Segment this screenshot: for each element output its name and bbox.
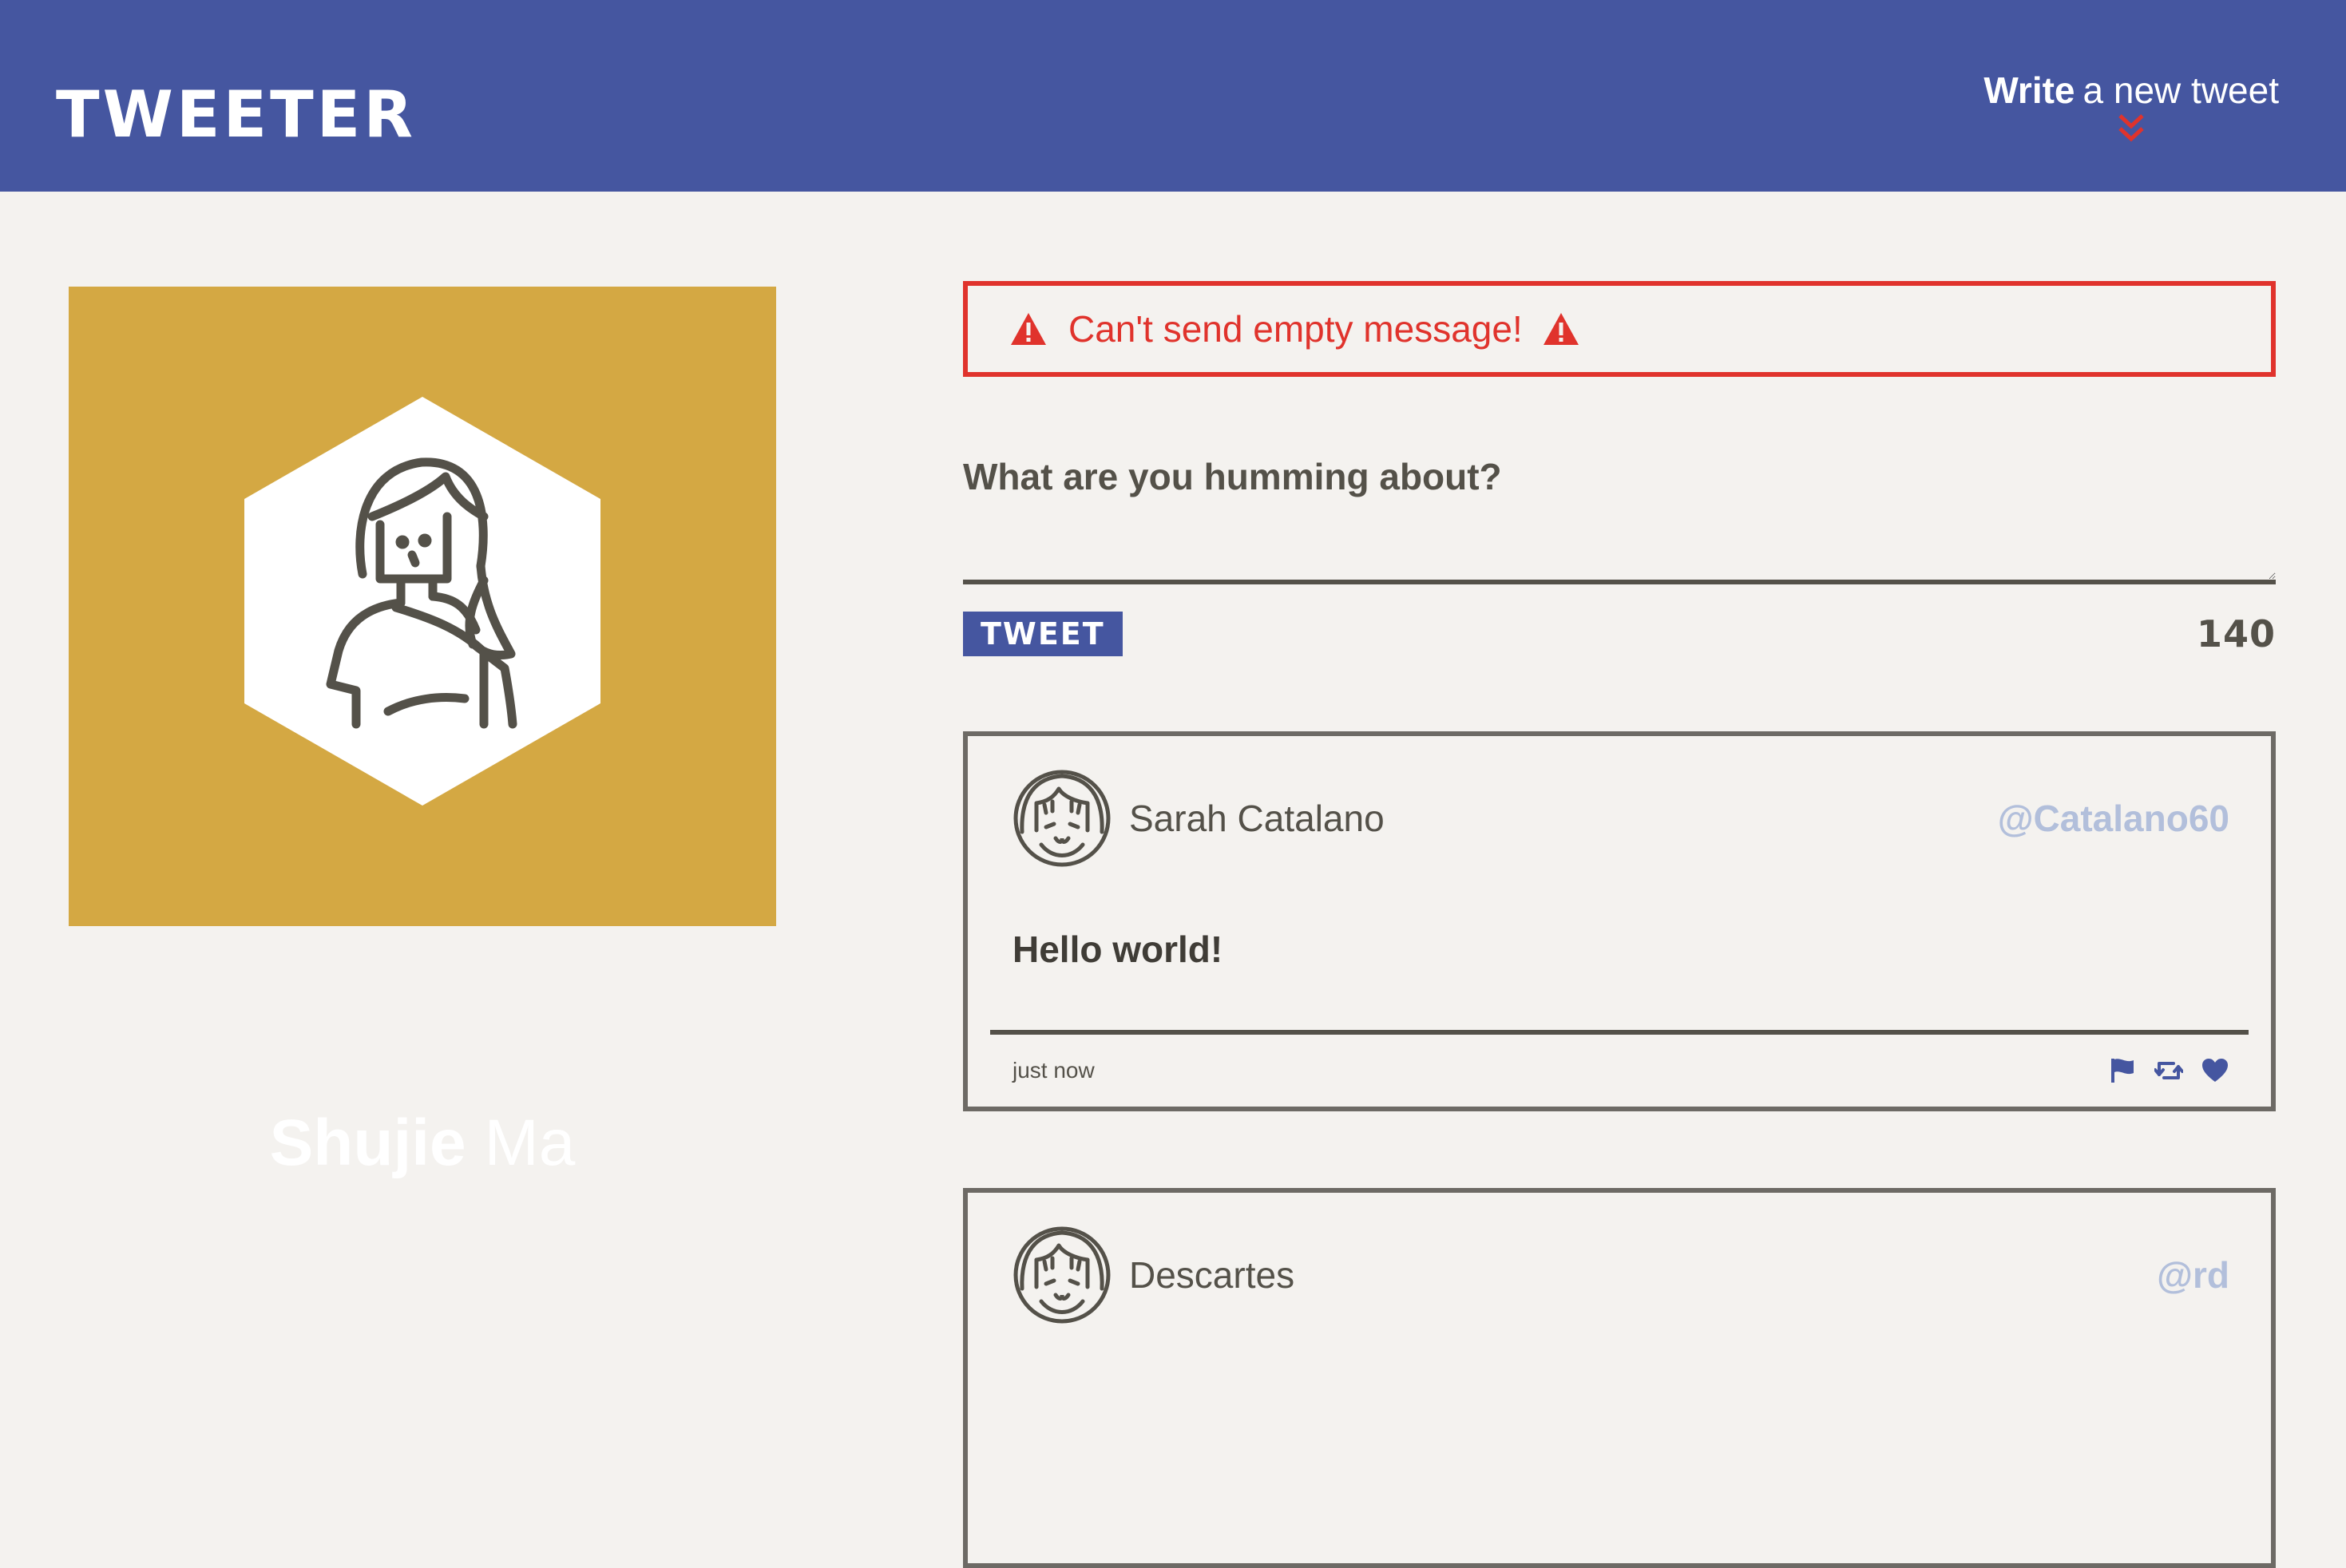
- write-new-tweet-label[interactable]: Write a new tweet: [1983, 69, 2279, 113]
- tweet-author-handle[interactable]: @Catalano60: [1998, 797, 2229, 840]
- compose-bold-text: Write: [1983, 69, 2075, 111]
- profile-first-name: Shujie: [269, 1107, 466, 1179]
- retweet-icon[interactable]: [2154, 1057, 2183, 1084]
- heart-icon[interactable]: [2201, 1057, 2229, 1084]
- tweet-card: Descartes @rd: [963, 1188, 2276, 1568]
- tweet-text-input[interactable]: [963, 544, 2276, 584]
- compose-rest-text: a new tweet: [2082, 69, 2279, 111]
- tweet-actions: [2108, 1057, 2229, 1084]
- brand-logo[interactable]: TWEETER: [56, 83, 416, 147]
- tweet-footer: just now: [1013, 1057, 2229, 1084]
- tweet-author-name: Descartes: [1129, 1254, 1295, 1296]
- tweet-divider: [990, 1030, 2249, 1035]
- tweet-header: Sarah Catalano @Catalano60: [1013, 766, 2229, 870]
- tweet-header: Descartes @rd: [1013, 1223, 2229, 1327]
- tweet-timestamp: just now: [1013, 1058, 1095, 1083]
- profile-card: Shujie Ma: [69, 287, 776, 1176]
- main-column: Can't send empty message! What are you h…: [963, 281, 2276, 1568]
- tweet-card: Sarah Catalano @Catalano60 Hello world! …: [963, 731, 2276, 1111]
- profile-name: Shujie Ma: [69, 1111, 776, 1176]
- warning-icon: [1543, 313, 1579, 345]
- char-counter: 140: [2196, 612, 2276, 655]
- flag-icon[interactable]: [2108, 1057, 2137, 1084]
- profile-avatar: [244, 397, 600, 806]
- top-nav: TWEETER Write a new tweet: [0, 0, 2346, 192]
- composer-prompt-label: What are you humming about?: [963, 456, 1502, 497]
- profile-last-name: Ma: [484, 1107, 576, 1179]
- smiling-girl-avatar-icon: [1013, 770, 1111, 867]
- error-message: Can't send empty message!: [1068, 308, 1523, 350]
- tweet-author-handle[interactable]: @rd: [2157, 1253, 2229, 1297]
- tweet-button[interactable]: TWEET: [963, 612, 1123, 656]
- warning-icon: [1011, 313, 1046, 345]
- smiling-girl-avatar-icon: [1013, 1226, 1111, 1324]
- double-chevron-down-icon[interactable]: [2117, 113, 2146, 145]
- composer-actions: TWEET 140: [963, 612, 2276, 656]
- tweet-author-name: Sarah Catalano: [1129, 798, 1385, 839]
- tweet-content: Hello world!: [1013, 929, 1223, 970]
- write-new-tweet-toggle[interactable]: Write a new tweet: [1983, 69, 2279, 145]
- error-banner: Can't send empty message!: [963, 281, 2276, 377]
